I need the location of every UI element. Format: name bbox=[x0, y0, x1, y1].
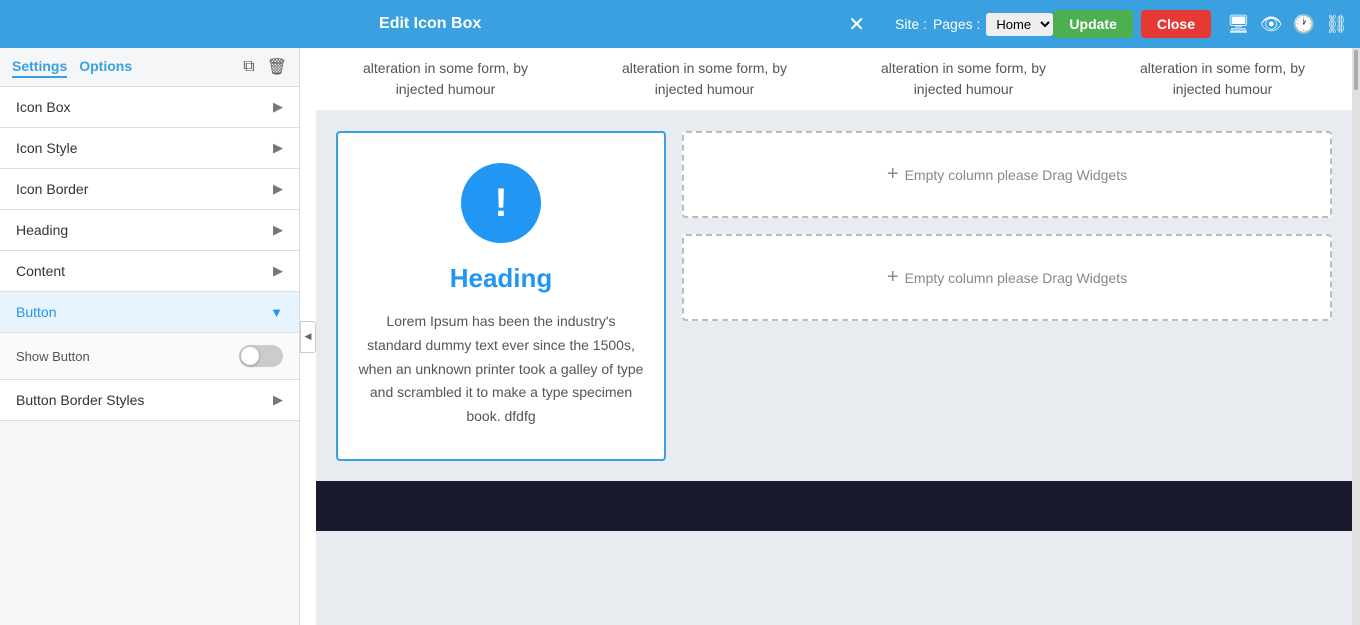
close-button[interactable]: Close bbox=[1141, 10, 1211, 38]
tab-settings[interactable]: Settings bbox=[12, 56, 67, 78]
top-strip-col-4-line2: injected humour bbox=[1103, 79, 1342, 100]
widget-area: ! Heading Lorem Ipsum has been the indus… bbox=[316, 111, 1352, 481]
desktop-icon[interactable]: 🖥 bbox=[1227, 14, 1250, 35]
icon-box-card[interactable]: ! Heading Lorem Ipsum has been the indus… bbox=[336, 131, 666, 461]
sidebar-item-icon-box[interactable]: Icon Box ▶ bbox=[0, 87, 299, 128]
chevron-right-icon: ▶ bbox=[273, 181, 283, 197]
top-strip-col-4: alteration in some form, by injected hum… bbox=[1093, 58, 1352, 100]
site-label: Site : bbox=[895, 16, 927, 32]
plus-icon-1: + bbox=[887, 163, 899, 186]
top-strip-col-2-line2: injected humour bbox=[585, 79, 824, 100]
sidebar-item-content[interactable]: Content ▶ bbox=[0, 251, 299, 292]
sidebar-item-heading[interactable]: Heading ▶ bbox=[0, 210, 299, 251]
top-strip: alteration in some form, by injected hum… bbox=[316, 48, 1352, 111]
empty-column-2[interactable]: + Empty column please Drag Widgets bbox=[682, 234, 1332, 321]
toggle-thumb bbox=[241, 347, 259, 365]
tab-options[interactable]: Options bbox=[79, 56, 132, 78]
scrollbar-thumb bbox=[1354, 50, 1358, 90]
header-close-x-button[interactable]: ✕ bbox=[848, 12, 865, 37]
sidebar-collapse-handle[interactable]: ◀ bbox=[300, 321, 316, 353]
site-info: Site : Pages : Home bbox=[895, 13, 1053, 36]
header-title: Edit Icon Box bbox=[12, 15, 848, 33]
sidebar-item-icon-style-label: Icon Style bbox=[16, 140, 77, 156]
show-button-row: Show Button bbox=[16, 345, 283, 367]
sidebar-item-icon-border[interactable]: Icon Border ▶ bbox=[0, 169, 299, 210]
top-strip-col-1: alteration in some form, by injected hum… bbox=[316, 58, 575, 100]
sidebar-tabs: Settings Options ⧉ 🗑 bbox=[0, 48, 299, 87]
empty-column-2-label: Empty column please Drag Widgets bbox=[905, 270, 1128, 286]
sidebar-item-icon-style[interactable]: Icon Style ▶ bbox=[0, 128, 299, 169]
content-area: alteration in some form, by injected hum… bbox=[316, 48, 1352, 625]
chevron-down-icon: ▼ bbox=[270, 305, 283, 320]
empty-column-1[interactable]: + Empty column please Drag Widgets bbox=[682, 131, 1332, 218]
top-strip-col-1-line1: alteration in some form, by bbox=[326, 58, 565, 79]
top-strip-col-2: alteration in some form, by injected hum… bbox=[575, 58, 834, 100]
chevron-right-icon: ▶ bbox=[273, 392, 283, 408]
header: Edit Icon Box ✕ Site : Pages : Home Upda… bbox=[0, 0, 1360, 48]
chevron-right-icon: ▶ bbox=[273, 263, 283, 279]
sidebar-item-icon-box-label: Icon Box bbox=[16, 99, 70, 115]
top-strip-col-3: alteration in some form, by injected hum… bbox=[834, 58, 1093, 100]
header-icon-group: 🖥 👁 🕐 ⛓ bbox=[1227, 14, 1348, 35]
bottom-dark-section bbox=[316, 481, 1352, 531]
top-strip-col-1-line2: injected humour bbox=[326, 79, 565, 100]
sidebar-item-content-label: Content bbox=[16, 263, 65, 279]
top-strip-col-3-line2: injected humour bbox=[844, 79, 1083, 100]
header-actions: Update Close 🖥 👁 🕐 ⛓ bbox=[1053, 10, 1348, 38]
scrollbar[interactable] bbox=[1352, 48, 1360, 625]
sidebar-item-icon-border-label: Icon Border bbox=[16, 181, 88, 197]
sitemap-icon[interactable]: ⛓ bbox=[1325, 14, 1348, 35]
chevron-right-icon: ▶ bbox=[273, 140, 283, 156]
chevron-right-icon: ▶ bbox=[273, 222, 283, 238]
card-body: Lorem Ipsum has been the industry's stan… bbox=[358, 310, 644, 429]
sidebar-item-button-border[interactable]: Button Border Styles ▶ bbox=[0, 380, 299, 421]
pages-select[interactable]: Home bbox=[986, 13, 1053, 36]
chevron-right-icon: ▶ bbox=[273, 99, 283, 115]
eye-icon[interactable]: 👁 bbox=[1260, 14, 1283, 35]
card-heading: Heading bbox=[358, 263, 644, 294]
copy-icon[interactable]: ⧉ bbox=[243, 58, 254, 76]
exclamation-icon: ! bbox=[494, 183, 507, 223]
toggle-track[interactable] bbox=[239, 345, 283, 367]
pages-label: Pages : bbox=[933, 16, 980, 32]
empty-columns: + Empty column please Drag Widgets + Emp… bbox=[682, 131, 1332, 321]
empty-column-1-label: Empty column please Drag Widgets bbox=[905, 167, 1128, 183]
sidebar-item-button[interactable]: Button ▼ bbox=[0, 292, 299, 333]
top-strip-col-3-line1: alteration in some form, by bbox=[844, 58, 1083, 79]
show-button-label: Show Button bbox=[16, 349, 90, 364]
sidebar-item-button-border-label: Button Border Styles bbox=[16, 392, 144, 408]
sidebar: Settings Options ⧉ 🗑 Icon Box ▶ Icon Sty… bbox=[0, 48, 300, 625]
history-icon[interactable]: 🕐 bbox=[1293, 14, 1315, 35]
icon-circle: ! bbox=[461, 163, 541, 243]
top-strip-col-2-line1: alteration in some form, by bbox=[585, 58, 824, 79]
main-layout: Settings Options ⧉ 🗑 Icon Box ▶ Icon Sty… bbox=[0, 48, 1360, 625]
sidebar-item-button-label: Button bbox=[16, 304, 56, 320]
show-button-toggle[interactable] bbox=[239, 345, 283, 367]
button-sub-section: Show Button bbox=[0, 333, 299, 380]
delete-icon[interactable]: 🗑 bbox=[267, 57, 287, 77]
sidebar-item-heading-label: Heading bbox=[16, 222, 68, 238]
collapse-symbol: ◀ bbox=[305, 331, 312, 342]
top-strip-col-4-line1: alteration in some form, by bbox=[1103, 58, 1342, 79]
plus-icon-2: + bbox=[887, 266, 899, 289]
update-button[interactable]: Update bbox=[1053, 10, 1132, 38]
